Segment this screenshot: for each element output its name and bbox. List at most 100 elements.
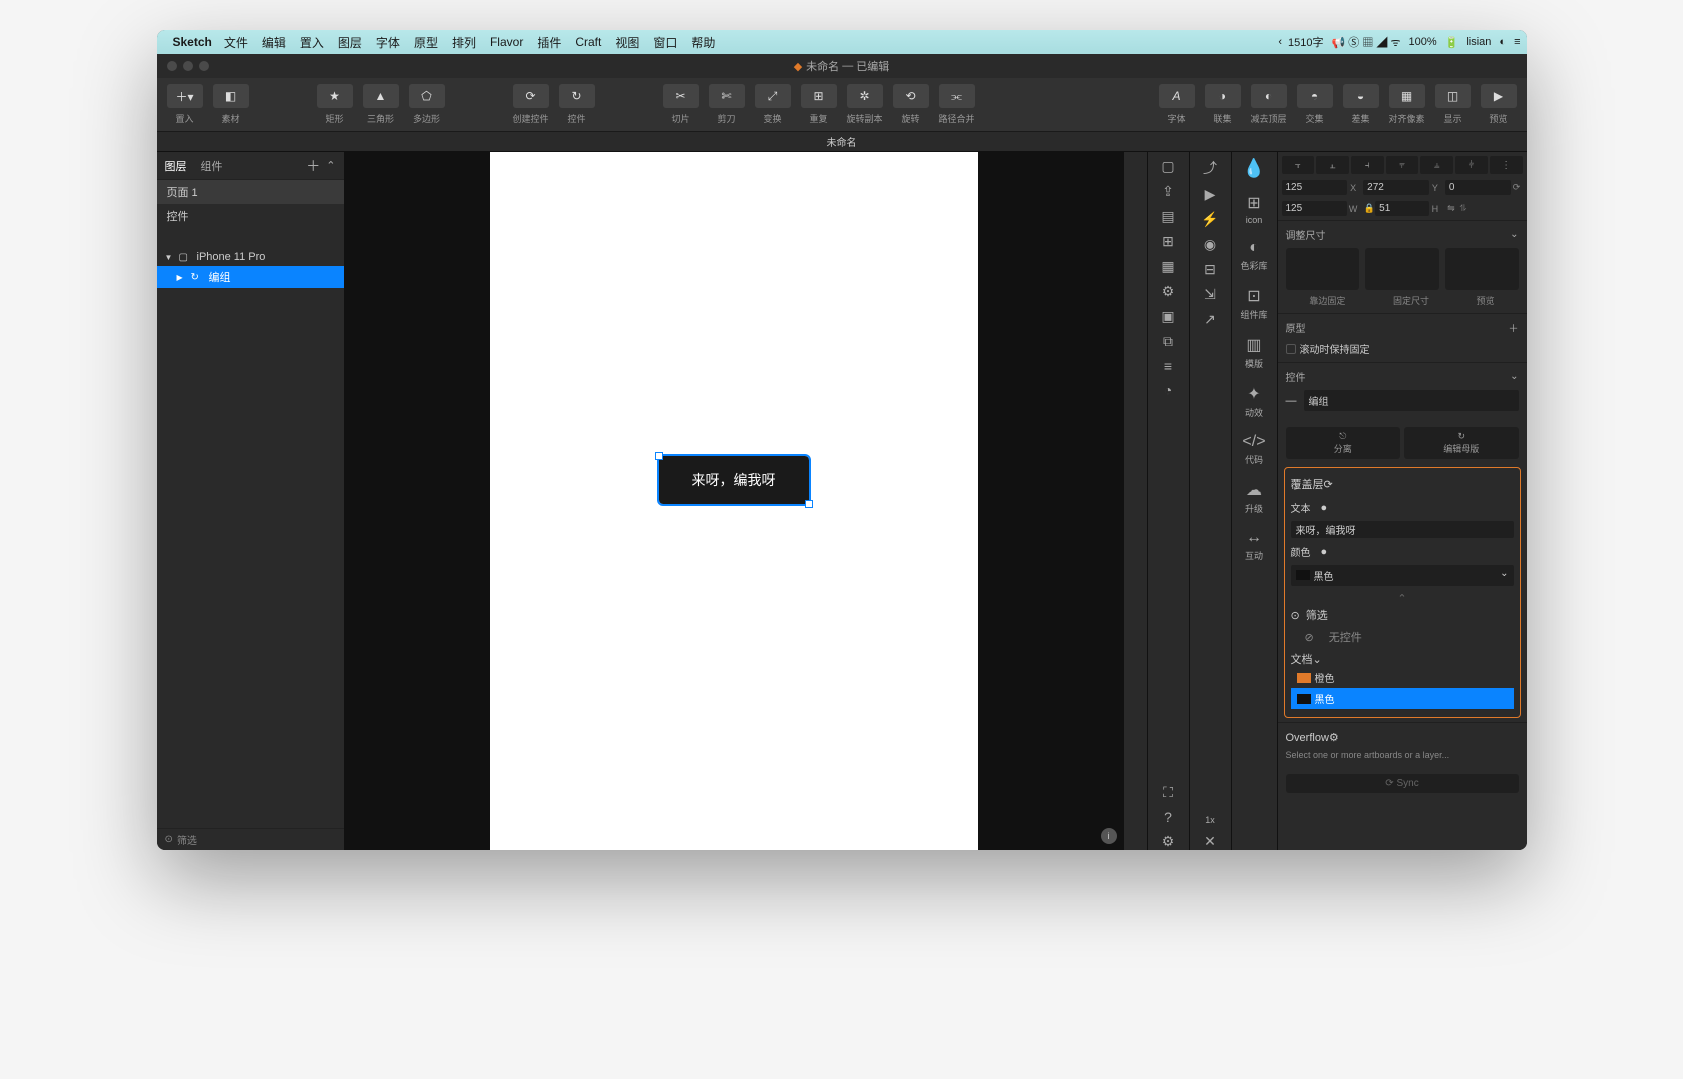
sync-button[interactable]: ⟳ Sync (1286, 774, 1519, 793)
preview-button[interactable]: ▶预览 (1477, 84, 1521, 125)
tool-icon[interactable]: ◔ (1164, 382, 1172, 398)
detach-button[interactable]: ⎋分离 (1286, 427, 1401, 459)
menu-file[interactable]: 文件 (224, 34, 248, 51)
edit-master-button[interactable]: ↻编辑母版 (1404, 427, 1519, 459)
plugin-upgrade[interactable]: ☁升级 (1245, 480, 1263, 515)
insert-button[interactable]: ＋▾置入 (163, 84, 207, 125)
menu-prototype[interactable]: 原型 (414, 34, 438, 51)
w-input[interactable] (1282, 201, 1348, 216)
document-tab[interactable]: 未命名 (827, 134, 857, 149)
align-segment[interactable]: ⫟⫠⫞ ⫧⫨⫩ ⋮ (1282, 156, 1523, 174)
page-item[interactable]: 控件 (157, 204, 344, 228)
pin-edges-box[interactable] (1286, 248, 1360, 290)
tool-icon[interactable]: ≡ (1164, 358, 1172, 374)
gear-icon[interactable]: ⚙ (1329, 732, 1339, 744)
minus-top-button[interactable]: ◐减去顶层 (1247, 84, 1291, 125)
menu-flavor[interactable]: Flavor (490, 35, 523, 49)
plugin-colorlib[interactable]: ◐色彩库 (1240, 239, 1267, 272)
transform-button[interactable]: ⤢变换 (751, 84, 795, 125)
tab-layers[interactable]: 图层 (165, 158, 187, 174)
x-input[interactable] (1282, 180, 1348, 195)
info-icon[interactable]: i (1101, 828, 1117, 844)
refresh-icon[interactable]: ⟳ (1324, 479, 1333, 491)
tool-icon[interactable]: ▢ (1161, 158, 1174, 175)
menu-edit[interactable]: 编辑 (262, 34, 286, 51)
fix-size-box[interactable] (1365, 248, 1439, 290)
menu-craft[interactable]: Craft (575, 35, 601, 49)
gift-icon[interactable]: ⛶ (1163, 784, 1173, 801)
artboard[interactable]: 来呀，编我呀 (490, 152, 978, 850)
droplet-icon[interactable]: 💧 (1243, 158, 1265, 179)
rect-button[interactable]: ★矩形 (313, 84, 357, 125)
tool-icon[interactable]: ⤴ (1203, 158, 1217, 178)
scale-indicator[interactable]: 1x (1205, 815, 1215, 825)
triangle-button[interactable]: ▲三角形 (359, 84, 403, 125)
intersect-button[interactable]: ◓交集 (1293, 84, 1337, 125)
menu-window[interactable]: 窗口 (653, 34, 677, 51)
menu-font[interactable]: 字体 (376, 34, 400, 51)
page-item[interactable]: 页面 1 (157, 180, 344, 204)
menu-icon[interactable]: ≡ (1514, 36, 1520, 48)
material-button[interactable]: ◧素材 (209, 84, 253, 125)
artboard-row[interactable]: ▼▢iPhone 11 Pro (157, 248, 344, 266)
color-option-orange[interactable]: 橙色 (1291, 667, 1514, 688)
plugin-effect[interactable]: ✦动效 (1245, 384, 1263, 419)
tool-icon[interactable]: ▣ (1161, 308, 1174, 325)
traffic-lights[interactable] (167, 61, 209, 71)
menu-arrange[interactable]: 排列 (452, 34, 476, 51)
layer-row-selected[interactable]: ▶↻编组 (157, 266, 344, 288)
create-control-button[interactable]: ⟳创建控件 (509, 84, 553, 125)
plugin-template[interactable]: ▥模版 (1245, 335, 1263, 370)
color-option-black[interactable]: 黑色 (1291, 688, 1514, 709)
show-button[interactable]: ◫显示 (1431, 84, 1475, 125)
menu-layer[interactable]: 图层 (338, 34, 362, 51)
menu-plugins[interactable]: 插件 (537, 34, 561, 51)
flip-h-icon[interactable]: ⇋ (1445, 203, 1457, 214)
rotate-copy-button[interactable]: ✲旋转副本 (843, 84, 887, 125)
tool-icon[interactable]: ◉ (1204, 236, 1216, 253)
collapse-icon[interactable]: ⌃ (326, 159, 335, 172)
tool-icon[interactable]: ⊞ (1162, 233, 1174, 250)
chevron-down-icon[interactable]: ⌄ (1313, 654, 1322, 666)
align-pixel-button[interactable]: ▦对齐像素 (1385, 84, 1429, 125)
canvas-area[interactable]: 来呀，编我呀 i (345, 152, 1123, 850)
tool-icon[interactable]: ▤ (1161, 208, 1174, 225)
plugin-complib[interactable]: ⊡组件库 (1240, 286, 1267, 321)
font-button[interactable]: A字体 (1155, 84, 1199, 125)
rotate-button[interactable]: ⟲旋转 (889, 84, 933, 125)
tool-icon[interactable]: ⚙ (1162, 283, 1175, 300)
filter-icon[interactable]: ⊙ (165, 834, 173, 845)
menu-insert[interactable]: 置入 (300, 34, 324, 51)
tool-icon[interactable]: ⚡ (1201, 211, 1218, 228)
app-name[interactable]: Sketch (173, 35, 212, 49)
resize-preview-box[interactable] (1445, 248, 1519, 290)
help-icon[interactable]: ? (1164, 809, 1172, 825)
color-dropdown[interactable]: 黑色⌄ (1291, 565, 1514, 586)
selected-widget[interactable]: 来呀，编我呀 (659, 456, 809, 504)
slice-button[interactable]: ✂切片 (659, 84, 703, 125)
repeat-button[interactable]: ⊞重复 (797, 84, 841, 125)
path-merge-button[interactable]: ⫘路径合并 (935, 84, 979, 125)
close-icon[interactable]: ✕ (1204, 833, 1216, 850)
tab-components[interactable]: 组件 (201, 158, 223, 174)
control-name[interactable]: 编组 (1304, 390, 1519, 411)
tool-icon[interactable]: ⇲ (1204, 286, 1216, 303)
filter-label[interactable]: 筛选 (177, 832, 197, 847)
tool-icon[interactable]: ⊟ (1204, 261, 1216, 278)
h-input[interactable] (1375, 201, 1429, 216)
control-button[interactable]: ↻控件 (555, 84, 599, 125)
merge-button[interactable]: ◑联集 (1201, 84, 1245, 125)
plugin-code[interactable]: </>代码 (1242, 433, 1265, 466)
scissor-button[interactable]: ✄剪刀 (705, 84, 749, 125)
flip-v-icon[interactable]: ⥮ (1457, 203, 1469, 214)
plugin-icon[interactable]: ⊞icon (1246, 193, 1263, 225)
tool-icon[interactable]: ▦ (1161, 258, 1174, 275)
fix-scroll-checkbox[interactable] (1286, 344, 1296, 354)
lock-icon[interactable]: 🔒 (1363, 203, 1375, 214)
menu-help[interactable]: 帮助 (691, 34, 715, 51)
settings-icon[interactable]: ⚙ (1162, 833, 1175, 850)
tool-icon[interactable]: ⧉ (1163, 333, 1173, 350)
angle-input[interactable] (1445, 180, 1511, 195)
add-icon[interactable]: ＋ (1509, 320, 1519, 335)
tool-icon[interactable]: ⇪ (1162, 183, 1174, 200)
